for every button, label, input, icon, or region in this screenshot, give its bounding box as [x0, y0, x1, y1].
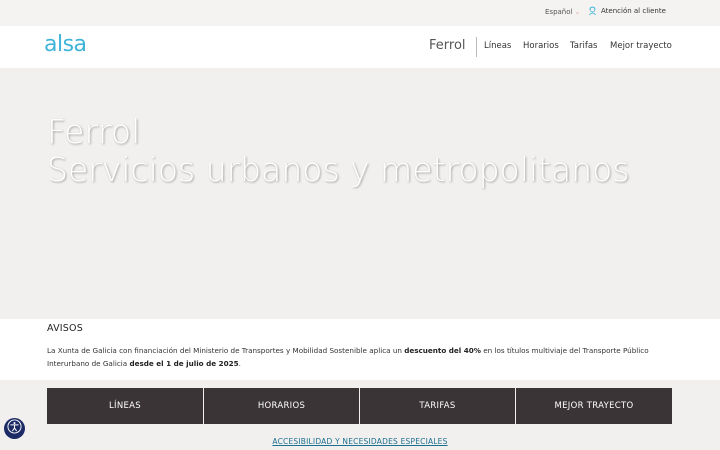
horarios-button[interactable]: HORARIOS: [204, 388, 359, 424]
nav-lineas[interactable]: Líneas: [484, 41, 511, 51]
nav-tarifas[interactable]: Tarifas: [570, 41, 597, 51]
header-divider: [476, 37, 477, 57]
notice-text-part: La Xunta de Galicia con financiación del…: [47, 346, 405, 355]
accessibility-link[interactable]: ACCESIBILIDAD Y NECESIDADES ESPECIALES: [0, 437, 720, 446]
notices-heading: AVISOS: [47, 323, 83, 334]
notice-discount: descuento del 40%: [404, 346, 481, 355]
alsa-logo[interactable]: alsa: [44, 32, 87, 57]
language-selector[interactable]: Español ⌄: [545, 8, 580, 16]
notice-date: desde el 1 de julio de 2025: [129, 358, 239, 368]
quicklinks-section: LÍNEAS HORARIOS TARIFAS MEJOR TRAYECTO A…: [0, 380, 720, 450]
nav-horarios[interactable]: Horarios: [523, 41, 559, 51]
nav-mejor-trayecto[interactable]: Mejor trayecto: [610, 41, 672, 51]
notice-text-end: .: [238, 358, 241, 368]
hero-title: Ferrol Servicios urbanos y metropolitano…: [47, 113, 630, 189]
main-header: alsa Ferrol Líneas Horarios Tarifas Mejo…: [0, 26, 720, 68]
lineas-button[interactable]: LÍNEAS: [47, 388, 203, 424]
mejor-trayecto-button[interactable]: MEJOR TRAYECTO: [516, 388, 672, 424]
notices-section: AVISOS La Xunta de Galicia con financiac…: [0, 319, 720, 380]
customer-support-link[interactable]: Atención al cliente: [588, 6, 666, 15]
chevron-down-icon: ⌄: [574, 8, 581, 16]
hero-banner: Ferrol Servicios urbanos y metropolitano…: [0, 68, 720, 319]
utility-bar: Español ⌄ Atención al cliente: [0, 0, 720, 26]
customer-support-label: Atención al cliente: [601, 6, 666, 15]
accessibility-icon: [7, 419, 22, 438]
notice-text: La Xunta de Galicia con financiación del…: [47, 345, 677, 370]
city-title: Ferrol: [429, 38, 466, 53]
hero-title-city: Ferrol: [47, 112, 141, 151]
hero-title-subtitle: Servicios urbanos y metropolitanos: [47, 150, 630, 189]
language-label: Español: [545, 8, 573, 16]
accessibility-button[interactable]: [4, 418, 25, 439]
agent-headset-icon: [588, 6, 597, 15]
tarifas-button[interactable]: TARIFAS: [360, 388, 515, 424]
